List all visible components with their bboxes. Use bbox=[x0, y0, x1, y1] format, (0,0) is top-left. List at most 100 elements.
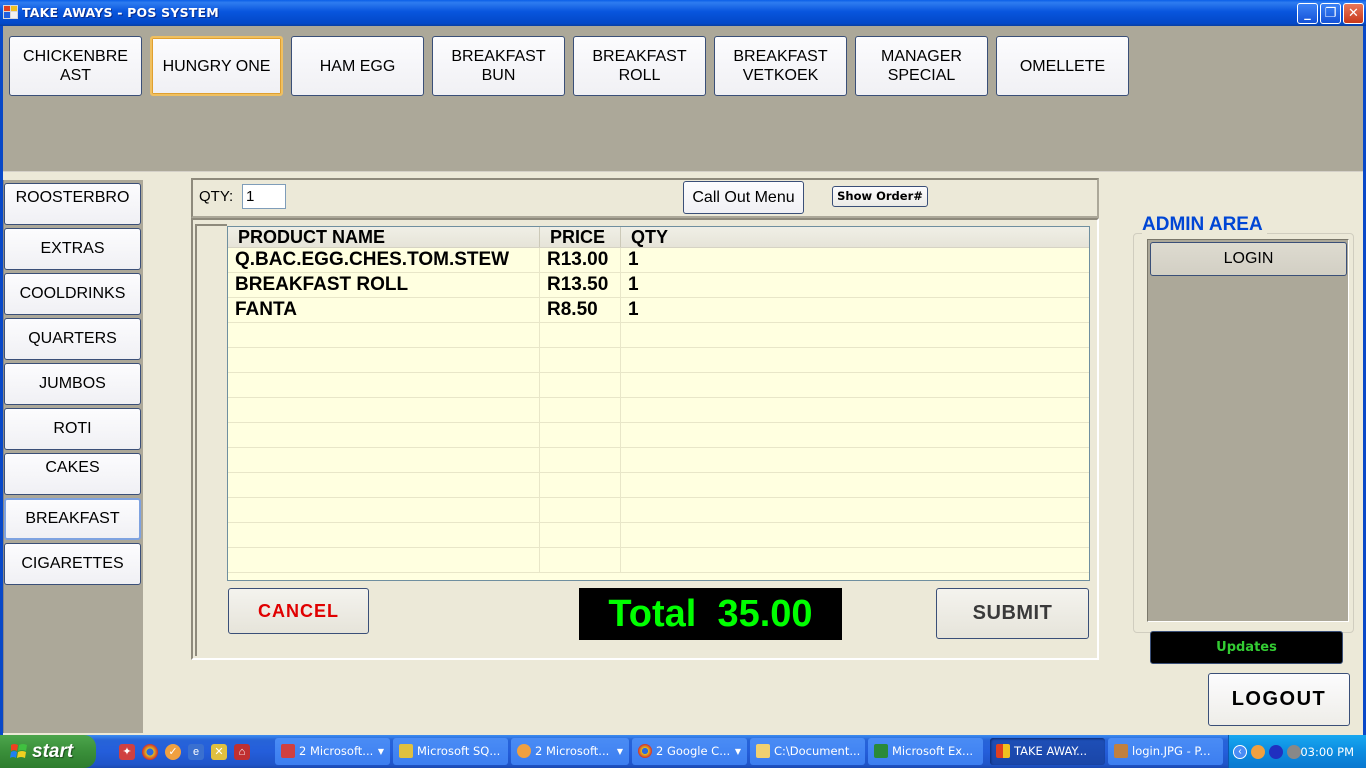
sql-tools-icon[interactable]: ✕ bbox=[211, 744, 227, 760]
category-cakes[interactable]: CAKES bbox=[4, 453, 141, 495]
cell-product-name[interactable]: Q.BAC.EGG.CHES.TOM.STEW bbox=[228, 248, 540, 272]
order-row[interactable] bbox=[228, 548, 1089, 573]
cell-price[interactable] bbox=[540, 523, 621, 547]
task-button[interactable]: 2 Microsoft... ▼ bbox=[511, 738, 629, 765]
menu-item-breakfast-roll[interactable]: BREAKFAST ROLL bbox=[573, 36, 706, 96]
cell-product-name[interactable] bbox=[228, 323, 540, 347]
task-button[interactable]: Microsoft Ex... bbox=[868, 738, 983, 765]
qty-input[interactable] bbox=[242, 184, 286, 209]
cell-qty[interactable] bbox=[621, 373, 1089, 397]
task-button[interactable]: 2 Microsoft... ▼ bbox=[275, 738, 390, 765]
login-button[interactable]: LOGIN bbox=[1150, 242, 1347, 276]
cell-qty[interactable] bbox=[621, 473, 1089, 497]
cell-price[interactable] bbox=[540, 423, 621, 447]
ms-office-icon[interactable]: ✦ bbox=[119, 744, 135, 760]
cell-qty[interactable] bbox=[621, 448, 1089, 472]
cell-price[interactable] bbox=[540, 323, 621, 347]
cell-price[interactable] bbox=[540, 398, 621, 422]
order-row[interactable] bbox=[228, 373, 1089, 398]
cell-product-name[interactable] bbox=[228, 373, 540, 397]
cell-product-name[interactable] bbox=[228, 523, 540, 547]
order-row[interactable]: FANTA R8.50 1 bbox=[228, 298, 1089, 323]
updates-button[interactable]: Updates bbox=[1150, 631, 1343, 664]
menu-item-ham-egg[interactable]: HAM EGG bbox=[291, 36, 424, 96]
task-button[interactable]: C:\Document... bbox=[750, 738, 865, 765]
order-row[interactable] bbox=[228, 423, 1089, 448]
cell-product-name[interactable] bbox=[228, 423, 540, 447]
column-header-qty[interactable]: QTY bbox=[621, 227, 1089, 247]
order-row[interactable] bbox=[228, 398, 1089, 423]
cell-qty[interactable]: 1 bbox=[621, 298, 1089, 322]
cell-qty[interactable] bbox=[621, 423, 1089, 447]
column-header-price[interactable]: PRICE bbox=[540, 227, 621, 247]
category-jumbos[interactable]: JUMBOS bbox=[4, 363, 141, 405]
call-out-menu-button[interactable]: Call Out Menu bbox=[683, 181, 804, 214]
ie-icon[interactable]: e bbox=[188, 744, 204, 760]
cell-qty[interactable]: 1 bbox=[621, 248, 1089, 272]
task-button[interactable]: Microsoft SQ... bbox=[393, 738, 508, 765]
restore-button[interactable]: ❐ bbox=[1320, 3, 1341, 24]
order-row[interactable] bbox=[228, 473, 1089, 498]
cell-product-name[interactable] bbox=[228, 473, 540, 497]
show-order-button[interactable]: Show Order# bbox=[832, 186, 928, 207]
cell-price[interactable] bbox=[540, 548, 621, 572]
cell-product-name[interactable] bbox=[228, 448, 540, 472]
category-extras[interactable]: EXTRAS bbox=[4, 228, 141, 270]
app-icon[interactable]: ⌂ bbox=[234, 744, 250, 760]
category-cooldrinks[interactable]: COOLDRINKS bbox=[4, 273, 141, 315]
cell-qty[interactable] bbox=[621, 348, 1089, 372]
outlook-icon[interactable]: ✓ bbox=[165, 744, 181, 760]
task-button[interactable]: login.JPG - P... bbox=[1108, 738, 1223, 765]
cell-price[interactable]: R13.50 bbox=[540, 273, 621, 297]
cell-price[interactable] bbox=[540, 448, 621, 472]
column-header-product-name[interactable]: PRODUCT NAME bbox=[228, 227, 540, 247]
category-quarters[interactable]: QUARTERS bbox=[4, 318, 141, 360]
cell-price[interactable]: R8.50 bbox=[540, 298, 621, 322]
network-icon[interactable] bbox=[1287, 745, 1301, 759]
cell-product-name[interactable] bbox=[228, 398, 540, 422]
chrome-icon[interactable] bbox=[142, 744, 158, 760]
category-roosterbro[interactable]: ROOSTERBRO bbox=[4, 183, 141, 225]
cell-price[interactable]: R13.00 bbox=[540, 248, 621, 272]
cell-price[interactable] bbox=[540, 498, 621, 522]
menu-item-hungry-one[interactable]: HUNGRY ONE bbox=[150, 36, 283, 96]
cell-qty[interactable]: 1 bbox=[621, 273, 1089, 297]
menu-item-chickenbreast[interactable]: CHICKENBRE AST bbox=[9, 36, 142, 96]
tray-expand-icon[interactable]: ‹ bbox=[1233, 745, 1247, 759]
order-row[interactable]: BREAKFAST ROLL R13.50 1 bbox=[228, 273, 1089, 298]
category-cigarettes[interactable]: CIGARETTES bbox=[4, 543, 141, 585]
menu-item-omellete[interactable]: OMELLETE bbox=[996, 36, 1129, 96]
bluetooth-icon[interactable] bbox=[1269, 745, 1283, 759]
category-roti[interactable]: ROTI bbox=[4, 408, 141, 450]
order-grid[interactable]: PRODUCT NAME PRICE QTY Q.BAC.EGG.CHES.TO… bbox=[227, 226, 1090, 581]
submit-button[interactable]: SUBMIT bbox=[936, 588, 1089, 639]
cell-product-name[interactable] bbox=[228, 548, 540, 572]
category-breakfast[interactable]: BREAKFAST bbox=[4, 498, 141, 540]
cell-product-name[interactable] bbox=[228, 348, 540, 372]
menu-item-breakfast-vetkoek[interactable]: BREAKFAST VETKOEK bbox=[714, 36, 847, 96]
close-button[interactable]: ✕ bbox=[1343, 3, 1364, 24]
minimize-button[interactable]: _ bbox=[1297, 3, 1318, 24]
order-row[interactable] bbox=[228, 448, 1089, 473]
cancel-button[interactable]: CANCEL bbox=[228, 588, 369, 634]
order-row[interactable] bbox=[228, 523, 1089, 548]
logout-button[interactable]: LOGOUT bbox=[1208, 673, 1350, 726]
cell-qty[interactable] bbox=[621, 523, 1089, 547]
task-button-active[interactable]: TAKE AWAY... bbox=[990, 738, 1105, 765]
cell-qty[interactable] bbox=[621, 498, 1089, 522]
start-button[interactable]: start bbox=[0, 735, 96, 768]
cell-price[interactable] bbox=[540, 348, 621, 372]
order-row[interactable] bbox=[228, 348, 1089, 373]
cell-qty[interactable] bbox=[621, 398, 1089, 422]
task-button[interactable]: 2 Google C... ▼ bbox=[632, 738, 747, 765]
order-row[interactable] bbox=[228, 323, 1089, 348]
menu-item-manager-special[interactable]: MANAGER SPECIAL bbox=[855, 36, 988, 96]
cell-price[interactable] bbox=[540, 373, 621, 397]
cell-product-name[interactable]: FANTA bbox=[228, 298, 540, 322]
outlook-tray-icon[interactable] bbox=[1251, 745, 1265, 759]
cell-price[interactable] bbox=[540, 473, 621, 497]
cell-qty[interactable] bbox=[621, 323, 1089, 347]
order-row[interactable]: Q.BAC.EGG.CHES.TOM.STEW R13.00 1 bbox=[228, 248, 1089, 273]
order-row[interactable] bbox=[228, 498, 1089, 523]
cell-qty[interactable] bbox=[621, 548, 1089, 572]
